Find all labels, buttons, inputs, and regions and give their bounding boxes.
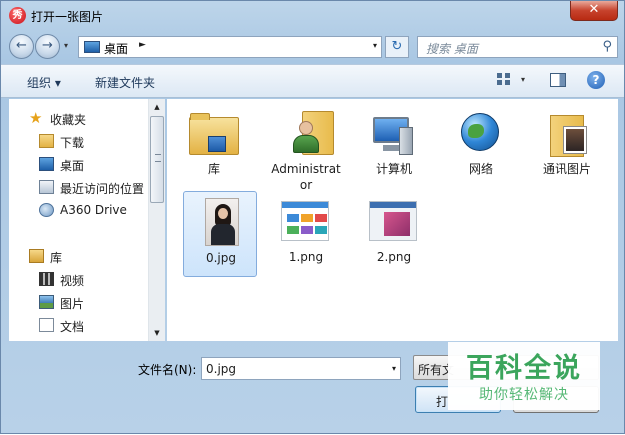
refresh-button[interactable]: ↻ <box>385 36 409 58</box>
watermark-title: 百科全说 <box>466 353 582 384</box>
star-icon: ★ <box>29 109 43 127</box>
navigation-pane: ★ 收藏夹 下载 桌面 最近访问的位置 A360 Drive 库 视频 图片 文… <box>9 99 165 341</box>
computer-icon <box>369 109 419 157</box>
search-placeholder: 搜索 桌面 <box>426 42 478 56</box>
file-name: Administrator <box>271 162 341 192</box>
network-icon <box>456 109 506 157</box>
file-item-selected[interactable]: 0.jpg <box>183 191 257 277</box>
sidebar-group-label: 库 <box>50 251 63 265</box>
png-thumbnail <box>369 197 419 245</box>
new-folder-button[interactable]: 新建文件夹 <box>95 74 155 91</box>
file-name: 通讯图片 <box>542 162 591 176</box>
sidebar-item-label: 视频 <box>60 274 85 288</box>
watermark: 百科全说 助你轻松解决 <box>448 342 600 410</box>
breadcrumb-desktop[interactable]: 桌面 <box>104 40 128 57</box>
file-item[interactable]: Administrator <box>269 103 343 192</box>
file-name: 计算机 <box>375 162 412 176</box>
sidebar-item-recent-places[interactable]: 最近访问的位置 <box>9 177 149 197</box>
desktop-icon <box>39 157 54 171</box>
desktop-icon <box>84 41 100 53</box>
photo-folder-icon <box>542 109 592 157</box>
file-item[interactable]: 1.png <box>269 191 343 277</box>
sidebar-item-label: 下载 <box>60 136 85 150</box>
filename-value: 0.jpg <box>206 362 237 376</box>
sidebar-item-desktop[interactable]: 桌面 <box>9 154 149 174</box>
open-image-dialog: 秀 打开一张图片 ✕ ← → ▾ 桌面 ► ▾ ↻ 搜索 桌面 ⚲ 组织 ▾ 新… <box>0 0 625 434</box>
png-thumbnail <box>281 197 331 245</box>
sidebar-item-pictures[interactable]: 图片 <box>9 292 149 312</box>
libraries-folder-icon <box>189 113 239 155</box>
sidebar-group-label: 收藏夹 <box>50 113 87 127</box>
address-dropdown-icon[interactable]: ▾ <box>373 41 377 50</box>
change-view-icon[interactable] <box>497 73 511 86</box>
navigation-bar: ← → ▾ 桌面 ► ▾ ↻ 搜索 桌面 ⚲ <box>1 31 624 61</box>
file-name: 网络 <box>468 162 493 176</box>
address-bar[interactable]: 桌面 ► ▾ <box>78 36 382 58</box>
open-button-label: 打 <box>436 395 449 409</box>
filename-dropdown-icon[interactable]: ▾ <box>392 364 396 373</box>
jpg-thumbnail <box>196 198 246 246</box>
close-button[interactable]: ✕ <box>570 1 618 21</box>
search-icon[interactable]: ⚲ <box>602 39 612 54</box>
file-item[interactable]: 网络 <box>444 103 518 189</box>
file-list-pane: 库 Administrator 计算机 网络 通讯图片 0.jpg 1.png … <box>167 99 618 341</box>
breadcrumb-arrow-icon[interactable]: ► <box>139 40 146 50</box>
file-item[interactable]: 2.png <box>357 191 431 277</box>
sidebar-item-videos[interactable]: 视频 <box>9 269 149 289</box>
back-button[interactable]: ← <box>9 34 34 59</box>
search-input[interactable]: 搜索 桌面 ⚲ <box>417 36 618 58</box>
file-name: 库 <box>207 162 220 176</box>
sidebar-group-favorites[interactable]: ★ 收藏夹 <box>9 108 149 128</box>
sidebar-item-label: 文档 <box>60 320 85 334</box>
pictures-library-icon <box>39 295 54 309</box>
file-item[interactable]: 通讯图片 <box>530 103 604 189</box>
scroll-down-icon[interactable]: ▼ <box>149 325 165 341</box>
forward-button[interactable]: → <box>35 34 60 59</box>
scrollbar-thumb[interactable] <box>150 116 164 203</box>
window-title: 打开一张图片 <box>31 10 104 24</box>
watermark-subtitle: 助你轻松解决 <box>479 387 569 403</box>
file-item[interactable]: 计算机 <box>357 103 431 189</box>
preview-pane-icon[interactable] <box>550 73 566 87</box>
sidebar-item-label: 图片 <box>60 297 85 311</box>
documents-library-icon <box>39 318 54 332</box>
recent-locations-dropdown[interactable]: ▾ <box>64 41 68 50</box>
command-toolbar: 组织 ▾ 新建文件夹 ▾ ? <box>1 64 624 98</box>
sidebar-item-documents[interactable]: 文档 <box>9 315 149 335</box>
sidebar-item-label: 最近访问的位置 <box>60 182 145 196</box>
organize-menu[interactable]: 组织 ▾ <box>27 74 61 91</box>
file-item[interactable]: 库 <box>177 103 251 189</box>
sidebar-item-a360-drive[interactable]: A360 Drive <box>9 200 149 220</box>
user-folder-icon <box>281 109 334 157</box>
cloud-drive-icon <box>39 203 54 217</box>
app-logo-icon: 秀 <box>9 7 26 24</box>
video-library-icon <box>39 272 54 286</box>
sidebar-item-downloads[interactable]: 下载 <box>9 131 149 151</box>
filename-label: 文件名(N): <box>138 363 197 377</box>
sidebar-item-label: 桌面 <box>60 159 85 173</box>
help-icon[interactable]: ? <box>587 71 605 89</box>
file-name: 2.png <box>376 250 412 264</box>
download-folder-icon <box>39 134 54 148</box>
scroll-up-icon[interactable]: ▲ <box>149 99 165 115</box>
file-name: 0.jpg <box>205 251 237 265</box>
navigation-pane-scrollbar[interactable]: ▲ ▼ <box>148 99 165 341</box>
sidebar-item-label: A360 Drive <box>60 203 127 217</box>
filename-field[interactable]: 0.jpg ▾ <box>201 357 401 380</box>
recent-places-icon <box>39 180 54 194</box>
file-name: 1.png <box>288 250 324 264</box>
view-dropdown-icon[interactable]: ▾ <box>521 75 525 84</box>
title-bar: 秀 打开一张图片 ✕ <box>1 1 624 31</box>
library-icon <box>29 249 44 263</box>
sidebar-group-libraries[interactable]: 库 <box>9 246 149 266</box>
